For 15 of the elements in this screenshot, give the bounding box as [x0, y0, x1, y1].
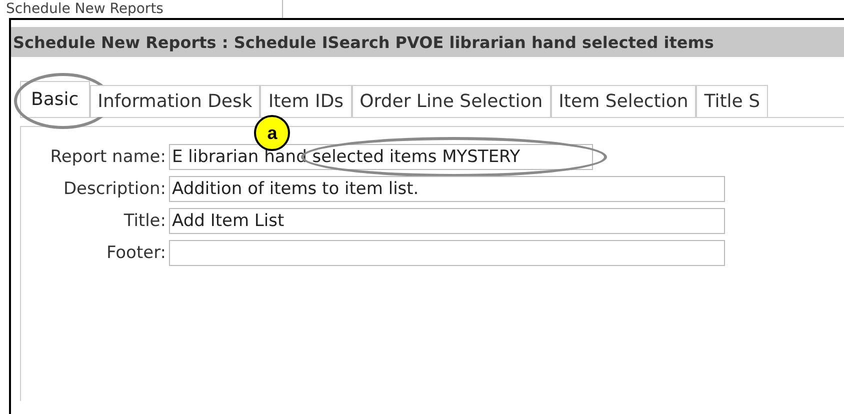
tab[interactable]: Order Line Selection — [352, 85, 551, 117]
header-title: Schedule New Reports : Schedule ISearch PVOE librarian hand selected items — [13, 32, 714, 52]
tab[interactable]: Item IDs — [260, 85, 352, 117]
input-field[interactable]: Addition of items to item list. — [169, 176, 725, 202]
tab[interactable]: Information Desk — [90, 85, 260, 117]
field-label: Report name: — [49, 147, 167, 167]
tab[interactable]: Item Selection — [550, 85, 696, 117]
breadcrumb-text: Schedule New Reports — [6, 0, 164, 18]
input-field[interactable] — [169, 240, 725, 266]
input-field[interactable]: Add Item List — [169, 208, 725, 234]
tab[interactable]: Basic — [20, 81, 90, 117]
field-label: Title: — [122, 211, 167, 231]
field-label: Description: — [62, 179, 167, 199]
field-label: Footer: — [105, 243, 167, 263]
tab[interactable]: Title S — [696, 85, 768, 117]
